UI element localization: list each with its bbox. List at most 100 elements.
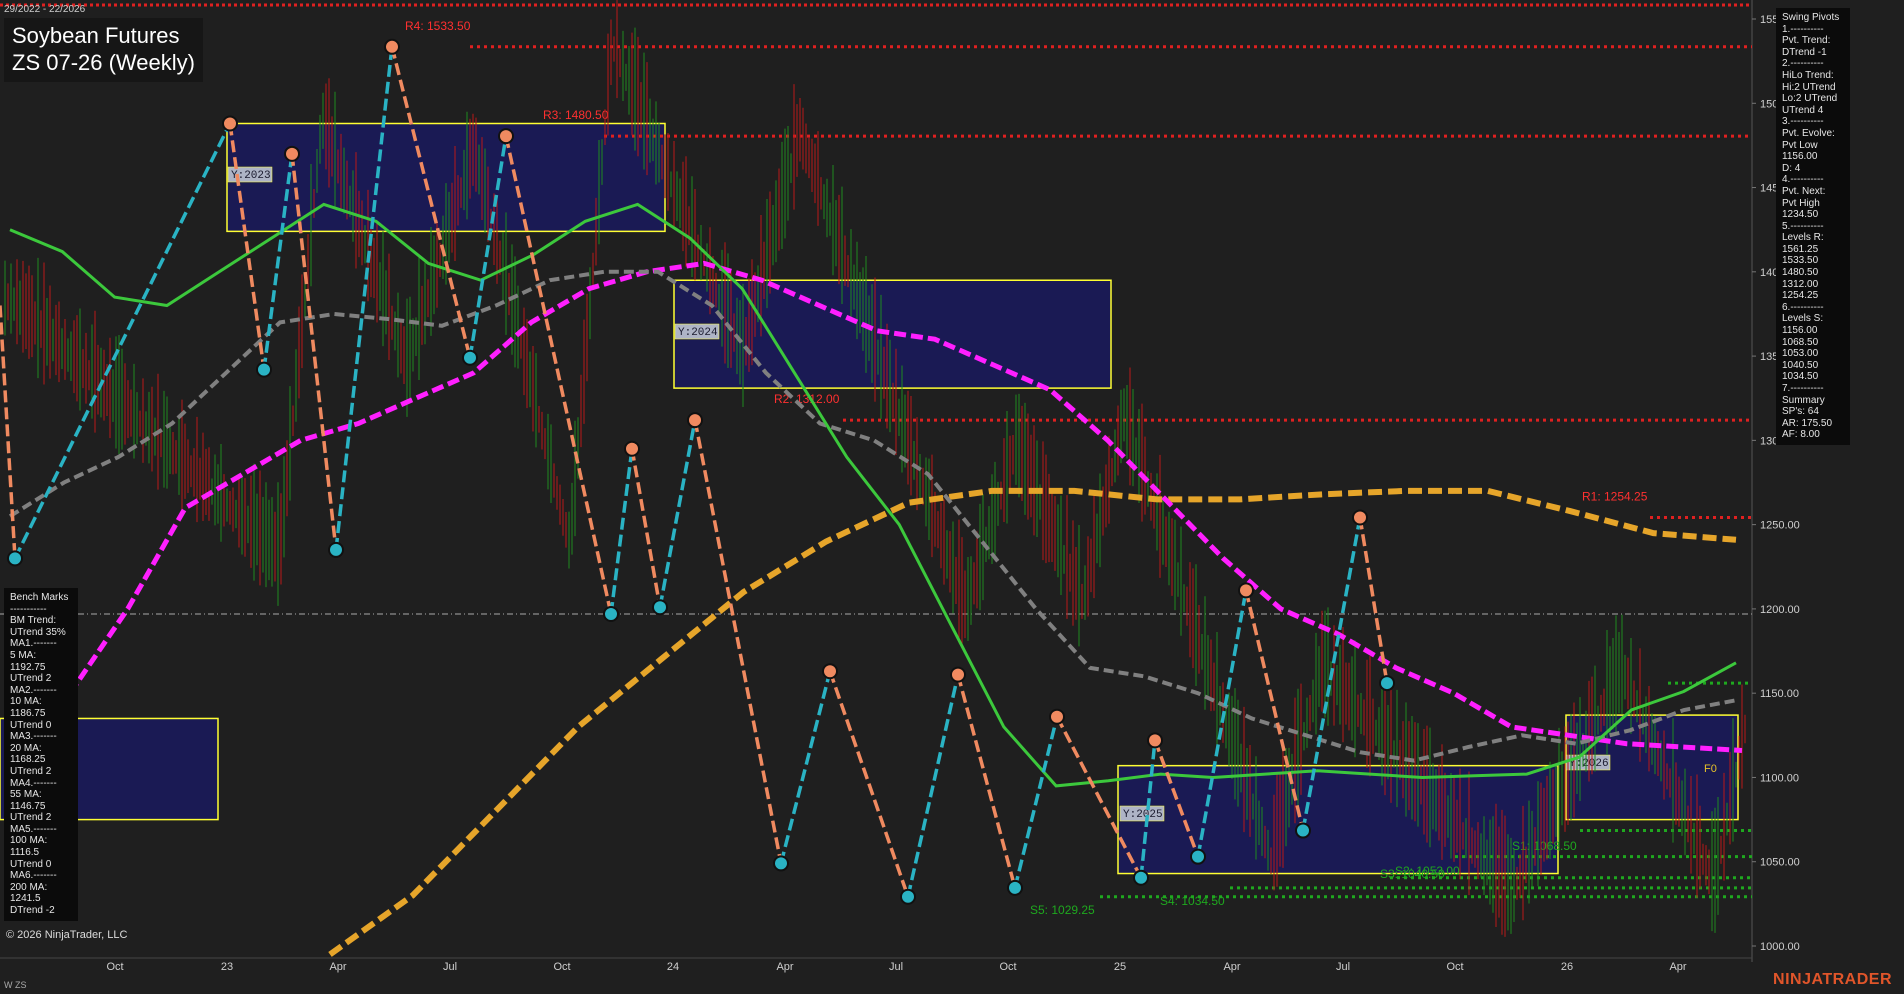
swing_pivots-row: Pvt. Trend:: [1782, 35, 1831, 47]
swing_pivots-row: 1040.50: [1782, 359, 1819, 371]
benchmarks-row: MA2.-------: [10, 684, 57, 696]
year-box-label: Y:2025: [1123, 809, 1163, 821]
y-tick-label: 1000.00: [1760, 941, 1800, 953]
swing_pivots-row: UTrend 4: [1782, 104, 1824, 116]
swing_pivots-row: 4.----------: [1782, 174, 1824, 186]
chart-title: Soybean Futures ZS 07-26 (Weekly): [4, 18, 203, 82]
x-tick-label: Oct: [1446, 961, 1463, 973]
benchmarks-row: 1192.75: [10, 661, 46, 673]
benchmarks-row: 100 MA:: [10, 835, 48, 847]
benchmarks-row: MA4.-------: [10, 777, 57, 789]
benchmarks-row: MA5.-------: [10, 823, 57, 835]
swing_pivots-row: Pvt High: [1782, 197, 1820, 209]
swing_pivots-row: AF: 8.00: [1782, 429, 1820, 441]
x-tick-label: Apr: [1223, 961, 1240, 973]
swing-low-marker: [1190, 848, 1206, 865]
swing_pivots-row: 1533.50: [1782, 255, 1819, 267]
benchmarks-row: 20 MA:: [10, 742, 42, 754]
swing-high-marker: [822, 663, 838, 680]
price-chart[interactable]: 1000.00 1050.00 1100.00 1150.00 1200.00 1250.…: [0, 0, 1904, 994]
swing-low-marker: [1379, 675, 1395, 692]
y-tick-label: 1200.00: [1760, 604, 1800, 616]
x-tick-label: Jul: [889, 961, 903, 973]
benchmarks-row: BM Trend:: [10, 615, 57, 627]
support-label: S3: 1040.50: [1380, 867, 1445, 881]
swing_pivots-row: 1.----------: [1782, 23, 1824, 35]
swing-high-marker: [1147, 732, 1163, 749]
benchmarks-row: 5 MA:: [10, 649, 37, 661]
swing_pivots-row: Pvt Low: [1782, 139, 1818, 151]
swing-high-marker: [1238, 582, 1254, 599]
swing_pivots-row: 1254.25: [1782, 290, 1819, 302]
swing_pivots-row: 1156.00: [1782, 325, 1818, 337]
benchmarks-row: -----------: [10, 603, 47, 615]
swing-high-marker: [1049, 708, 1065, 725]
x-tick-label: Apr: [1669, 961, 1686, 973]
x-tick-label: 24: [667, 961, 679, 973]
y-tick-label: 1100.00: [1760, 772, 1799, 784]
y-tick-label: 1150.00: [1760, 688, 1799, 700]
swing_pivots-row: 3.----------: [1782, 116, 1824, 128]
swing_pivots-row: D: 4: [1782, 162, 1801, 174]
swing_pivots-row: 1034.50: [1782, 371, 1819, 383]
x-tick-label: Oct: [999, 961, 1016, 973]
x-tick-label: Oct: [553, 961, 570, 973]
swing_pivots-row: DTrend -1: [1782, 46, 1827, 58]
benchmarks-panel: Bench Marks ----------- BM Trend: UTrend 35…: [4, 588, 78, 921]
swing-high-marker: [498, 128, 514, 145]
swing_pivots-row: 1156.00: [1782, 151, 1818, 163]
benchmarks-row: 10 MA:: [10, 696, 42, 708]
swing_pivots-row: 2.----------: [1782, 58, 1824, 70]
benchmarks-row: 1241.5: [10, 893, 41, 905]
benchmarks-row: 1146.75: [10, 800, 46, 812]
swing-pivots-panel: Swing Pivots 1.---------- Pvt. Trend: DTren…: [1776, 8, 1850, 445]
swing_pivots-row: AR: 175.50: [1782, 417, 1833, 429]
x-tick-label: Apr: [329, 961, 346, 973]
swing_pivots-row: Pvt. Evolve:: [1782, 127, 1835, 139]
benchmarks-row: 200 MA:: [10, 881, 48, 893]
swing-low-marker: [7, 550, 23, 567]
year-box-label: Y:2024: [678, 327, 718, 339]
x-tick-label: 26: [1561, 961, 1573, 973]
benchmarks-row: 1116.5: [10, 847, 40, 859]
swing_pivots-row: Levels R:: [1782, 232, 1824, 244]
benchmarks-row: UTrend 35%: [10, 626, 66, 638]
ninjatrader-logo: NINJATRADER: [1773, 971, 1892, 988]
swing-high-marker: [1352, 509, 1368, 526]
swing_pivots-row: 6.----------: [1782, 301, 1824, 313]
swing-low-marker: [1133, 869, 1149, 886]
swing_pivots-row: HiLo Trend:: [1782, 69, 1834, 81]
swing_pivots-row: Lo:2 UTrend: [1782, 93, 1838, 105]
y-tick-label: 1050.00: [1760, 857, 1800, 869]
swing_pivots-row: Swing Pivots: [1782, 12, 1840, 23]
swing-low-marker: [462, 349, 478, 366]
swing-high-marker: [687, 412, 703, 429]
support-label: S1: 1068.50: [1512, 839, 1577, 853]
swing-low-marker: [900, 888, 916, 905]
swing_pivots-row: Summary: [1782, 394, 1825, 406]
benchmarks-row: Bench Marks: [10, 592, 69, 603]
swing-low-marker: [773, 855, 789, 872]
benchmarks-row: UTrend 0: [10, 858, 52, 870]
benchmarks-row: UTrend 2: [10, 673, 52, 685]
x-tick-label: 25: [1114, 961, 1126, 973]
benchmarks-row: UTrend 2: [10, 765, 52, 777]
swing_pivots-row: 1068.50: [1782, 336, 1819, 348]
x-tick-label: 23: [221, 961, 233, 973]
swing_pivots-row: 1053.00: [1782, 348, 1819, 360]
swing_pivots-row: 1312.00: [1782, 278, 1819, 290]
swing_pivots-row: Pvt. Next:: [1782, 185, 1826, 197]
contract-timeframe: ZS 07-26 (Weekly): [12, 50, 195, 75]
swing-high-marker: [222, 115, 238, 132]
swing-low-marker: [256, 361, 272, 378]
swing-high-marker: [284, 145, 300, 162]
support-label: S5: 1029.25: [1030, 903, 1095, 917]
swing-low-marker: [652, 599, 668, 616]
swing_pivots-row: 5.----------: [1782, 220, 1824, 232]
swing_pivots-row: Levels S:: [1782, 313, 1824, 325]
date-range-label: 29/2022 - 22/2026: [4, 4, 86, 15]
benchmarks-row: MA6.-------: [10, 870, 57, 882]
benchmarks-row: 1168.25: [10, 754, 46, 766]
benchmarks-row: DTrend -2: [10, 905, 55, 917]
resistance-label: R4: 1533.50: [405, 19, 471, 33]
